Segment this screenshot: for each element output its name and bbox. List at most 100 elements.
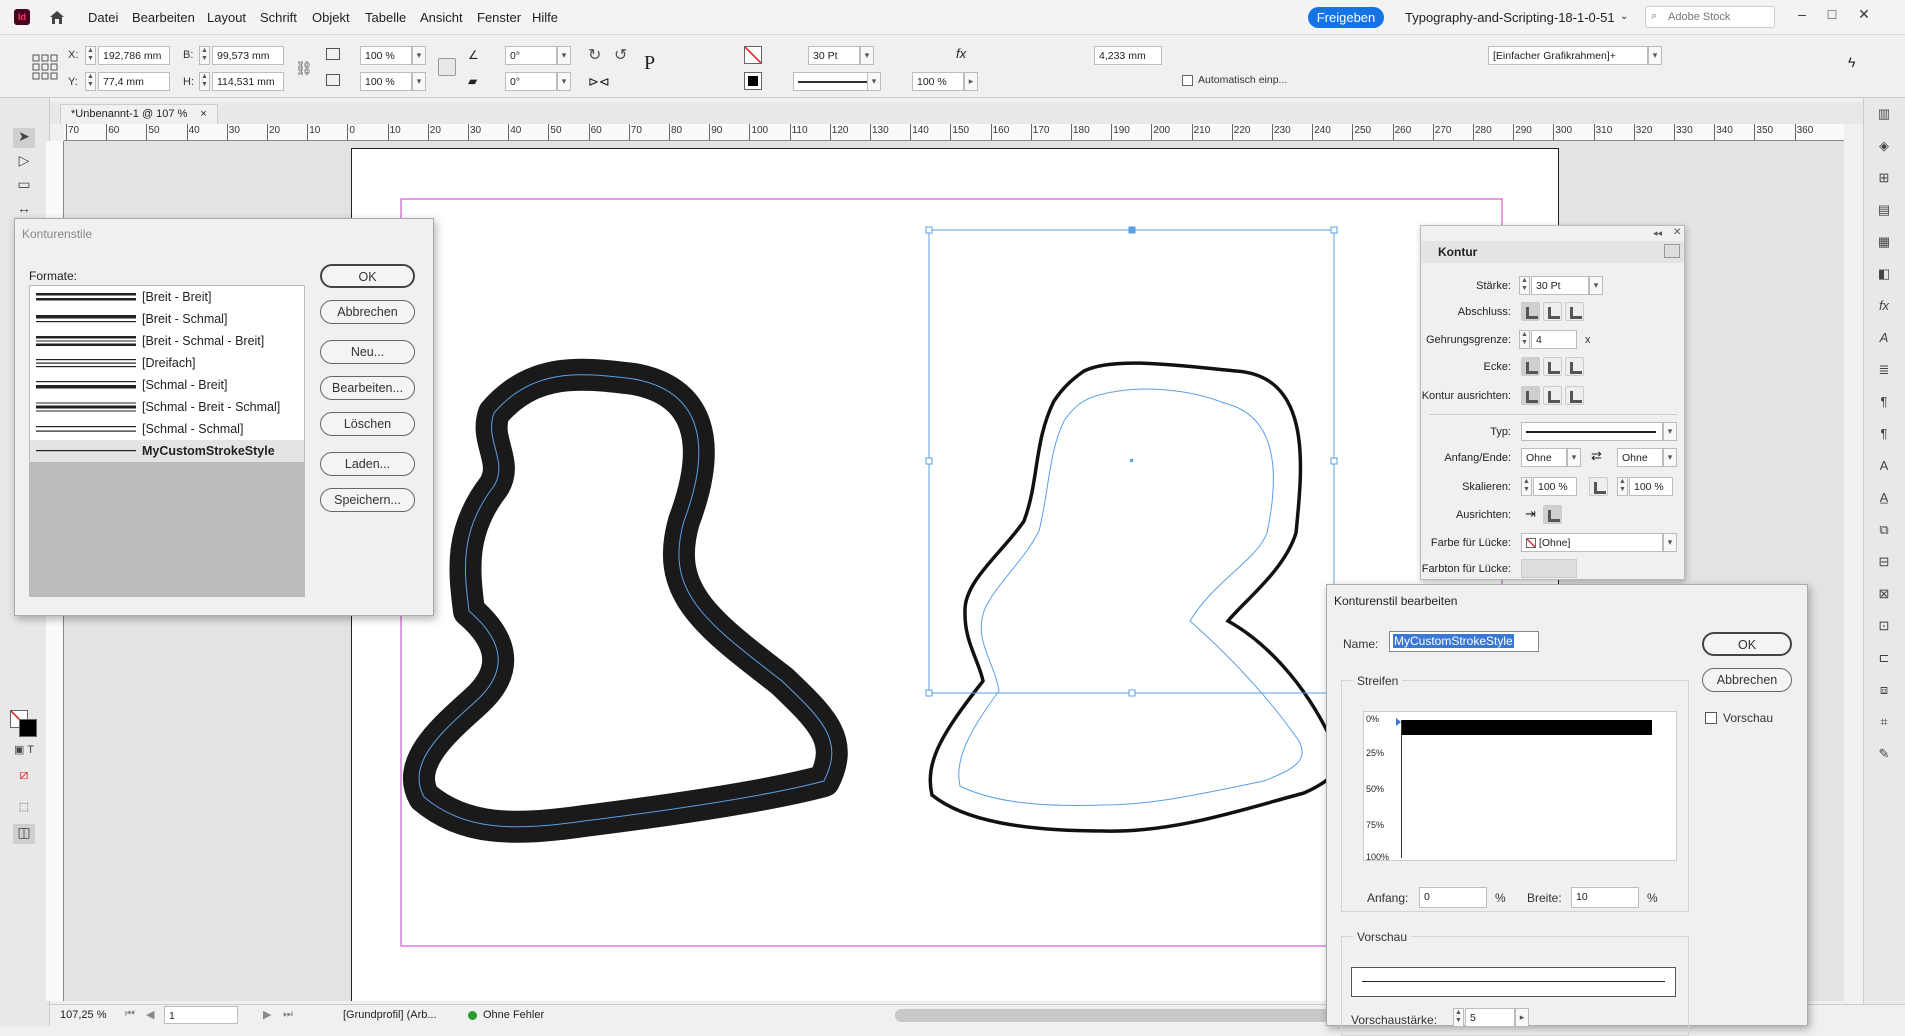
frame-content-icon[interactable]: ▣ T (13, 743, 35, 763)
w-spinner[interactable]: ▲ ▼ (199, 46, 210, 65)
type-dropdown[interactable]: ▾ (1663, 422, 1677, 441)
close-tab-icon[interactable]: × (200, 108, 206, 120)
align-outside-button[interactable] (1565, 386, 1584, 405)
scale-b-spinner[interactable]: ▲ ▼ (1617, 477, 1628, 496)
scale-a-field[interactable]: 100 % (1533, 477, 1577, 496)
preview-weight-field[interactable]: 5 (1465, 1008, 1515, 1027)
auto-fit-checkbox[interactable] (1182, 75, 1193, 86)
para-styles-panel-icon[interactable]: ¶ (1875, 394, 1893, 410)
first-page-icon[interactable]: ⏮ (125, 1008, 135, 1021)
h-spinner[interactable]: ▲ ▼ (199, 72, 210, 91)
stripe-editor[interactable]: 0% 25% 50% 75% 100% (1363, 711, 1677, 862)
w-field[interactable]: 99,573 mm (212, 46, 284, 65)
gap-color-dropdown[interactable]: ▾ (1663, 533, 1677, 552)
list-item[interactable]: [Schmal - Breit - Schmal] (30, 396, 304, 418)
save-button[interactable]: Speichern... (320, 488, 415, 512)
edit-button[interactable]: Bearbeiten... (320, 376, 415, 400)
stroke-type-dropdown[interactable]: ▾ (867, 72, 881, 91)
list-item[interactable]: [Breit - Schmal - Breit] (30, 330, 304, 352)
apply-none-icon[interactable]: ⧄ (13, 766, 35, 786)
gap-color-select[interactable]: [Ohne] (1521, 533, 1663, 552)
links-panel-icon[interactable]: ⊞ (1875, 170, 1893, 186)
fx-icon[interactable]: fx (956, 46, 966, 61)
constrain-proportions-icon[interactable]: ⛓ (295, 60, 313, 77)
link-scale-icon[interactable] (1589, 477, 1608, 496)
y-field[interactable]: 77,4 mm (98, 72, 170, 91)
rotate-cw-icon[interactable]: ↻ (588, 45, 601, 65)
rotate-ccw-icon[interactable]: ↺ (614, 45, 627, 65)
fill-stroke-swatch[interactable] (10, 710, 38, 738)
glyphs-panel-icon[interactable]: A̲ (1875, 490, 1893, 506)
weight-field[interactable]: 30 Pt (1531, 276, 1589, 295)
miter-join-button[interactable] (1521, 357, 1540, 376)
fill-none-swatch[interactable] (744, 46, 762, 64)
load-button[interactable]: Laden... (320, 452, 415, 476)
weight-spinner[interactable]: ▲ ▼ (1519, 276, 1530, 295)
menu-bearbeiten[interactable]: Bearbeiten (132, 10, 195, 25)
screen-mode-icon[interactable]: ◫ (13, 824, 35, 844)
next-page-icon[interactable]: ▶ (263, 1008, 271, 1021)
start-dropdown[interactable]: ▾ (1567, 448, 1581, 467)
stripe-bar[interactable] (1402, 720, 1652, 735)
swap-icon[interactable]: ⇄ (1591, 448, 1602, 464)
shear-dropdown[interactable]: ▾ (557, 72, 571, 91)
stroke-panel-icon[interactable]: ▤ (1875, 202, 1893, 218)
offset-field[interactable]: 4,233 mm (1094, 46, 1162, 65)
y-spinner[interactable]: ▲ ▼ (85, 72, 96, 91)
zoom-level[interactable]: 107,25 % (60, 1009, 106, 1021)
shear-field[interactable]: 0° (505, 72, 557, 91)
prev-page-icon[interactable]: ◀ (146, 1008, 154, 1021)
rotation-dropdown[interactable]: ▾ (557, 46, 571, 65)
panel-close-icon[interactable]: ✕ (1673, 227, 1681, 238)
object-styles-panel-icon[interactable]: ⧉ (1875, 522, 1893, 538)
align-inside-button[interactable] (1543, 386, 1562, 405)
type-select[interactable] (1521, 422, 1663, 441)
horizontal-scrollbar[interactable] (895, 1009, 1365, 1022)
cancel-button[interactable]: Abbrechen (320, 300, 415, 324)
horizontal-ruler[interactable]: 70 60 50 40 30 20 10 0 10 20 30 40 50 60 70 80 90 100 110 1… (64, 124, 1844, 141)
stroke-black-swatch[interactable] (744, 72, 762, 90)
panel-collapse-icon[interactable]: ◂◂ (1653, 228, 1662, 239)
chevron-down-icon[interactable]: ⌄ (1620, 11, 1628, 22)
transform-panel-icon[interactable]: ⌗ (1875, 714, 1893, 730)
butt-cap-button[interactable] (1521, 302, 1540, 321)
gradient-panel-icon[interactable]: ◧ (1875, 266, 1893, 282)
menu-fenster[interactable]: Fenster (477, 10, 521, 25)
menu-schrift[interactable]: Schrift (260, 10, 297, 25)
stroke-weight-dropdown[interactable]: ▾ (860, 46, 874, 65)
object-style-dropdown[interactable]: ▾ (1648, 46, 1662, 65)
preview-weight-dropdown[interactable]: ▸ (1515, 1008, 1529, 1027)
minimize-button[interactable]: – (1790, 4, 1814, 26)
scale-b-field[interactable]: 100 % (1629, 477, 1673, 496)
bevel-join-button[interactable] (1565, 357, 1584, 376)
start-select[interactable]: Ohne (1521, 448, 1567, 467)
page-tool-icon[interactable]: ▭ (13, 176, 35, 196)
new-button[interactable]: Neu... (320, 340, 415, 364)
text-wrap-panel-icon[interactable]: ≣ (1875, 362, 1893, 378)
document-title[interactable]: Typography-and-Scripting-18-1-0-51 (1405, 10, 1615, 25)
maximize-button[interactable]: □ (1820, 4, 1844, 26)
adobe-stock-search[interactable]: ⌕ Adobe Stock (1645, 6, 1775, 28)
last-page-icon[interactable]: ⏭ (283, 1008, 293, 1021)
object-style-select[interactable]: [Einfacher Grafikrahmen]+ (1488, 46, 1648, 65)
stripe-start-handle[interactable] (1396, 718, 1401, 726)
edit-ok-button[interactable]: OK (1702, 632, 1792, 656)
scripts-panel-icon[interactable]: ✎ (1875, 746, 1893, 762)
scale-x-field[interactable]: 100 % (360, 46, 412, 65)
miter-spinner[interactable]: ▲ ▼ (1519, 330, 1530, 349)
table-styles-panel-icon[interactable]: ⊠ (1875, 586, 1893, 602)
character-panel-icon[interactable]: A (1875, 458, 1893, 474)
stroke-weight-field[interactable]: 30 Pt (808, 46, 860, 65)
scale-y-field[interactable]: 100 % (360, 72, 412, 91)
gap-tool-icon[interactable]: ↔ (13, 200, 35, 220)
effects-panel-icon[interactable]: fx (1875, 298, 1893, 314)
menu-layout[interactable]: Layout (207, 10, 246, 25)
list-item[interactable]: [Schmal - Schmal] (30, 418, 304, 440)
layers-panel-icon[interactable]: ◈ (1875, 138, 1893, 154)
scale-y-dropdown[interactable]: ▾ (412, 72, 426, 91)
reference-point-icon[interactable] (32, 54, 58, 80)
round-join-button[interactable] (1543, 357, 1562, 376)
opacity-field[interactable]: 100 % (912, 72, 964, 91)
home-icon[interactable] (48, 9, 66, 25)
weight-dropdown[interactable]: ▾ (1589, 276, 1603, 295)
